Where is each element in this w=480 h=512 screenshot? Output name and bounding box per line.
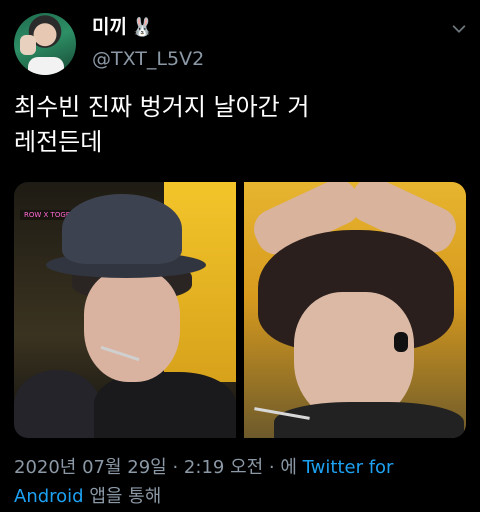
tweet-meta: 2020년 07월 29일 · 2:19 오전 · 에 Twitter for A… [14,453,469,511]
photo-right[interactable] [244,182,466,438]
via-text: 에 [280,457,303,478]
client-link-cont[interactable]: Android [14,486,84,507]
tweet-text-line: 레전든데 [14,128,103,156]
display-name-text: 미끼 [92,16,127,38]
client-link[interactable]: Twitter for [303,457,394,478]
tweet-date[interactable]: 2020년 07월 29일 [14,457,167,478]
avatar[interactable] [14,13,76,75]
tweet-text-line: 최수빈 진짜 벙거지 날아간 거 [14,93,310,121]
separator: · [166,457,184,478]
user-handle[interactable]: @TXT_L5V2 [92,47,204,71]
via-suffix: 앱을 통해 [83,486,162,507]
tweet-media[interactable]: ROW X TOGETHER [14,182,466,438]
display-name[interactable]: 미끼 🐰 [92,15,153,40]
tweet-text: 최수빈 진짜 벙거지 날아간 거 레전든데 [14,90,469,160]
tweet-time[interactable]: 2:19 오전 [184,457,263,478]
rabbit-icon: 🐰 [130,17,154,38]
chevron-down-icon[interactable] [450,20,468,38]
separator: · [263,457,281,478]
photo-left[interactable]: ROW X TOGETHER [14,182,236,438]
